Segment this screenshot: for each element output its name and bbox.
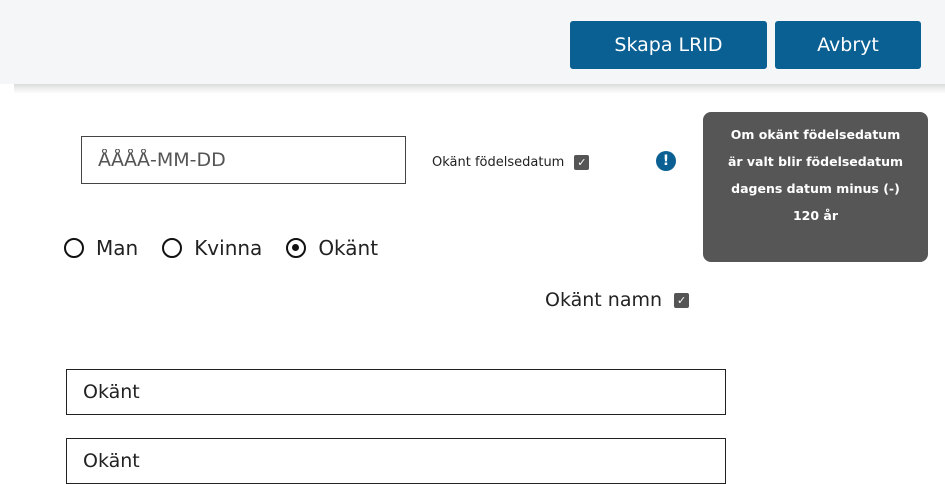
unknown-name-option: Okänt namn ✓: [545, 287, 690, 313]
tooltip-line: 120 år: [792, 208, 839, 223]
unknown-birthdate-option: Okänt födelsedatum ✓: [432, 151, 590, 173]
gender-option-kvinna[interactable]: Kvinna: [162, 236, 262, 260]
radio-kvinna[interactable]: [162, 238, 183, 258]
exclamation-info-icon[interactable]: !: [656, 151, 676, 171]
tooltip-line: Om okänt födelsedatum: [730, 127, 901, 142]
unknown-birthdate-label: Okänt födelsedatum: [432, 154, 565, 170]
birthdate-input[interactable]: [81, 136, 406, 184]
tooltip-line: är valt blir födelsedatum: [727, 154, 904, 169]
gender-option-okant[interactable]: Okänt: [286, 236, 378, 260]
toolbar-divider: [14, 84, 945, 94]
radio-okant[interactable]: [286, 238, 307, 258]
gender-label-okant: Okänt: [318, 236, 379, 260]
last-name-field[interactable]: [66, 438, 726, 484]
gender-option-man[interactable]: Man: [64, 236, 138, 260]
gender-label-man: Man: [96, 236, 139, 260]
tooltip-line: dagens datum minus (-): [731, 181, 900, 196]
birthdate-tooltip: Om okänt födelsedatum är valt blir födel…: [703, 112, 928, 262]
gender-label-kvinna: Kvinna: [194, 236, 263, 260]
create-lrid-button[interactable]: Skapa LRID: [570, 21, 767, 69]
radio-man[interactable]: [64, 238, 84, 258]
gender-radio-group: Man Kvinna Okänt: [64, 234, 402, 262]
first-name-field[interactable]: [66, 369, 726, 415]
unknown-name-checkbox[interactable]: ✓: [674, 292, 690, 308]
unknown-name-label: Okänt namn: [545, 289, 663, 311]
unknown-birthdate-checkbox[interactable]: ✓: [574, 154, 590, 170]
cancel-button[interactable]: Avbryt: [775, 21, 921, 69]
